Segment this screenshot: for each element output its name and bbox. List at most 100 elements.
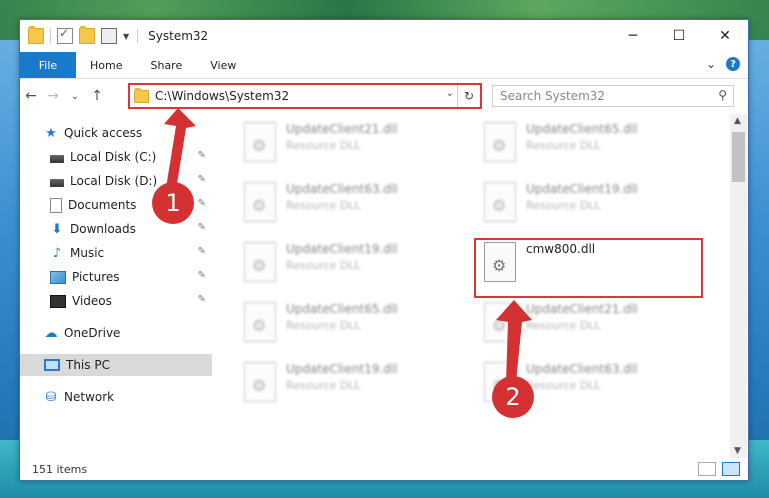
address-bar[interactable]: C:\Windows\System32 ⌄ ↻ <box>128 83 482 109</box>
file-name: UpdateClient65.dll <box>526 122 638 136</box>
scroll-thumb[interactable] <box>732 132 745 182</box>
sidebar-item-onedrive[interactable]: ☁ OneDrive <box>20 322 212 344</box>
list-item[interactable]: UpdateClient65.dll Resource DLL <box>244 302 464 350</box>
pictures-icon <box>50 270 66 284</box>
disk-icon <box>50 154 64 163</box>
pin-icon[interactable]: ✎ <box>198 150 206 161</box>
help-icon[interactable]: ? <box>726 57 740 71</box>
sidebar-item-label: Pictures <box>72 270 120 284</box>
dll-file-icon <box>484 302 516 342</box>
quick-access-dropdown-icon[interactable]: ▼ <box>123 32 129 41</box>
dll-file-icon <box>244 182 276 222</box>
file-name: UpdateClient65.dll <box>286 302 398 316</box>
list-item[interactable]: UpdateClient21.dll Resource DLL <box>244 122 464 170</box>
list-item[interactable]: UpdateClient21.dll Resource DLL <box>484 302 704 350</box>
file-name: cmw800.dll <box>526 242 596 256</box>
list-item[interactable]: UpdateClient65.dll Resource DLL <box>484 122 704 170</box>
file-name: UpdateClient63.dll <box>526 362 638 376</box>
sidebar-item-pictures[interactable]: Pictures ✎ <box>20 266 212 288</box>
tiles-view-icon[interactable] <box>722 462 740 476</box>
refresh-button[interactable]: ↻ <box>457 85 480 107</box>
sidebar-item-label: Documents <box>68 198 137 212</box>
customize-icon[interactable] <box>101 28 117 44</box>
sidebar-item-local-disk-c[interactable]: Local Disk (C:) ✎ <box>20 146 212 168</box>
list-item-cmw800[interactable]: cmw800.dll <box>484 242 704 290</box>
back-button[interactable]: ← <box>20 88 42 104</box>
pin-icon[interactable]: ✎ <box>198 174 206 185</box>
search-input[interactable]: Search System32 ⚲ <box>492 85 734 107</box>
pin-icon[interactable]: ✎ <box>198 294 206 305</box>
ribbon-collapse-icon[interactable]: ⌄ <box>706 57 716 71</box>
file-name: UpdateClient19.dll <box>286 242 398 256</box>
file-type: Resource DLL <box>526 319 601 332</box>
sidebar-item-network[interactable]: ⛁ Network <box>20 386 212 408</box>
pin-icon[interactable]: ✎ <box>198 270 206 281</box>
file-type: Resource DLL <box>286 259 361 272</box>
navigation-bar: ← → ⌄ ↑ C:\Windows\System32 ⌄ ↻ Search S… <box>20 79 748 113</box>
pin-icon[interactable]: ✎ <box>198 246 206 257</box>
file-name: UpdateClient19.dll <box>526 182 638 196</box>
tab-home[interactable]: Home <box>76 59 136 72</box>
dll-file-icon <box>484 122 516 162</box>
sidebar-item-this-pc[interactable]: This PC <box>20 354 212 376</box>
details-view-icon[interactable] <box>698 462 716 476</box>
sidebar-item-videos[interactable]: Videos ✎ <box>20 290 212 312</box>
sidebar-item-music[interactable]: ♪ Music ✎ <box>20 242 212 264</box>
video-icon <box>50 294 66 308</box>
separator <box>137 29 139 43</box>
tab-view[interactable]: View <box>196 59 250 72</box>
tab-share[interactable]: Share <box>136 59 196 72</box>
file-type: Resource DLL <box>286 199 361 212</box>
address-path[interactable]: C:\Windows\System32 <box>155 89 289 103</box>
separator <box>50 29 51 43</box>
file-name: UpdateClient21.dll <box>286 122 398 136</box>
list-item[interactable]: UpdateClient63.dll Resource DLL <box>244 182 464 230</box>
computer-icon <box>44 359 60 371</box>
dll-file-icon <box>244 362 276 402</box>
file-type: Resource DLL <box>526 139 601 152</box>
sidebar-item-label: This PC <box>66 358 110 372</box>
up-button[interactable]: ↑ <box>86 88 108 104</box>
item-count: 151 items <box>32 462 88 476</box>
recent-locations-button[interactable]: ⌄ <box>64 91 86 102</box>
tab-file[interactable]: File <box>20 52 76 78</box>
window-controls: ─ ☐ ✕ <box>610 20 748 52</box>
sidebar-item-quick-access[interactable]: ★ Quick access <box>20 122 212 144</box>
maximize-button[interactable]: ☐ <box>656 20 702 52</box>
address-dropdown-icon[interactable]: ⌄ <box>446 88 454 99</box>
file-type: Resource DLL <box>286 379 361 392</box>
file-name: UpdateClient63.dll <box>286 182 398 196</box>
file-type: Resource DLL <box>526 379 601 392</box>
forward-button[interactable]: → <box>42 88 64 104</box>
pin-icon[interactable]: ✎ <box>198 198 206 209</box>
list-item[interactable]: UpdateClient19.dll Resource DLL <box>244 242 464 290</box>
music-icon: ♪ <box>52 246 62 261</box>
cloud-icon: ☁ <box>44 326 58 341</box>
download-icon: ⬇ <box>51 222 63 237</box>
pin-icon[interactable]: ✎ <box>198 222 206 233</box>
list-item[interactable]: UpdateClient19.dll Resource DLL <box>484 182 704 230</box>
scroll-up-icon[interactable]: ▲ <box>734 116 741 126</box>
file-name: UpdateClient19.dll <box>286 362 398 376</box>
title-bar: ▼ System32 ─ ☐ ✕ <box>20 20 748 52</box>
disk-icon <box>50 178 64 187</box>
ribbon-tabs: File Home Share View ⌄ ? <box>20 52 748 79</box>
scroll-down-icon[interactable]: ▼ <box>734 446 741 456</box>
list-item[interactable]: UpdateClient19.dll Resource DLL <box>244 362 464 410</box>
sidebar-item-label: Local Disk (D:) <box>70 174 158 188</box>
dll-file-icon <box>244 302 276 342</box>
file-type: Resource DLL <box>286 319 361 332</box>
quick-access-toolbar: ▼ <box>28 26 129 44</box>
dll-file-icon <box>484 242 516 282</box>
star-icon: ★ <box>45 126 57 141</box>
close-button[interactable]: ✕ <box>702 20 748 52</box>
folder-icon <box>28 26 44 44</box>
new-folder-icon[interactable] <box>79 26 95 44</box>
search-icon[interactable]: ⚲ <box>718 88 727 102</box>
vertical-scrollbar[interactable]: ▲ ▼ <box>730 114 747 458</box>
step-1-badge: 1 <box>152 182 194 224</box>
sidebar-item-label: Network <box>64 390 115 404</box>
properties-check-icon[interactable] <box>57 26 73 44</box>
minimize-button[interactable]: ─ <box>610 20 656 52</box>
folder-icon <box>134 87 149 103</box>
